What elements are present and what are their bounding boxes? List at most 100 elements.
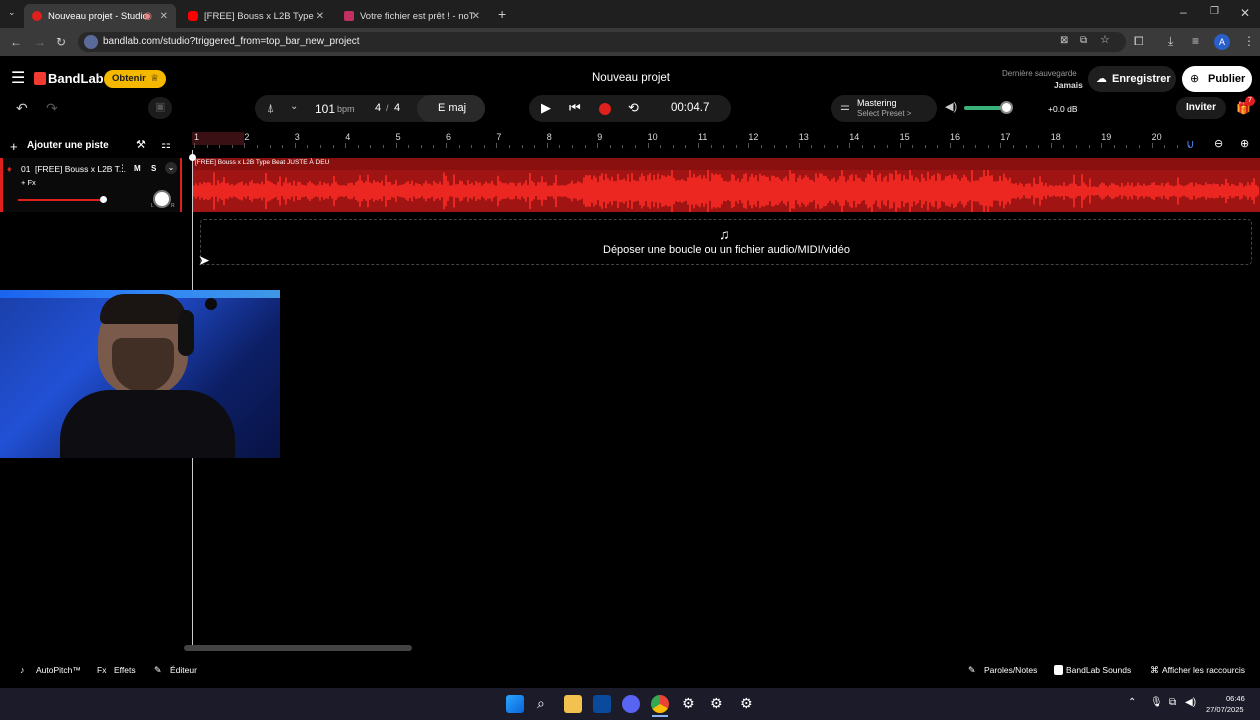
track-volume-slider[interactable] bbox=[18, 199, 104, 201]
loop-icon[interactable]: ⟲ bbox=[628, 101, 639, 114]
back-arrow-icon[interactable]: ← bbox=[10, 36, 22, 48]
clip-header[interactable]: [FREE] Bouss x L2B Type Beat JUSTE À DEU bbox=[192, 158, 1260, 170]
tab-notube[interactable]: Votre fichier est prêt ! - noTube ✕ bbox=[336, 4, 488, 28]
chrome-icon[interactable] bbox=[651, 695, 669, 713]
ruler-tick-mark bbox=[647, 143, 649, 148]
add-track-button[interactable]: Ajouter une piste bbox=[27, 140, 109, 151]
network-icon[interactable]: ⧉ bbox=[1169, 698, 1176, 708]
store-icon[interactable] bbox=[593, 695, 611, 713]
zoom-in-icon[interactable]: ⊕ bbox=[1240, 137, 1249, 150]
tab-youtube[interactable]: [FREE] Bouss x L2B Type Beat "J ✕ bbox=[180, 4, 332, 28]
editor-button[interactable]: Éditeur bbox=[170, 665, 197, 675]
microphone-tray-icon[interactable]: 🎙 bbox=[1150, 698, 1163, 708]
ruler-tick-mark bbox=[269, 145, 271, 148]
clock-date[interactable]: 27/07/2025 bbox=[1206, 705, 1244, 714]
autopitch-button[interactable]: AutoPitch™ bbox=[36, 665, 81, 675]
ruler-tick-mark bbox=[332, 145, 334, 148]
zoom-out-icon[interactable]: ⊖ bbox=[1214, 137, 1223, 150]
skip-back-icon[interactable]: ⏮ bbox=[569, 101, 581, 114]
play-icon[interactable]: ▶ bbox=[541, 101, 551, 114]
effects-button[interactable]: Effets bbox=[114, 665, 136, 675]
timeline-ruler[interactable]: 1 2 3 4 5 6 7 8 9 10 11 12 13 14 15 16 17 18 19 20 bbox=[192, 132, 1260, 148]
search-icon[interactable]: ⌕ bbox=[537, 696, 545, 710]
volume-handle[interactable] bbox=[1000, 101, 1013, 114]
redo-icon[interactable]: ↷ bbox=[46, 101, 58, 115]
drop-zone[interactable]: ♫ Déposer une boucle ou un fichier audio… bbox=[200, 219, 1252, 265]
forward-arrow-icon[interactable]: → bbox=[34, 36, 46, 48]
url-input[interactable]: bandlab.com/studio?triggered_from=top_ba… bbox=[78, 32, 1126, 52]
tray-chevron-icon[interactable]: ⌃ bbox=[1128, 698, 1136, 708]
track-name[interactable]: [FREE] Bouss x L2B T... bbox=[35, 164, 126, 174]
tab-studio[interactable]: Nouveau projet - Studio ◉ ✕ bbox=[24, 4, 176, 28]
track-header-1[interactable]: ♦ 01 [FREE] Bouss x L2B T... ⋮ M S ⌄ + F… bbox=[0, 158, 182, 212]
app-icon-1[interactable]: ⚙ bbox=[682, 696, 695, 710]
ruler-tick-mark bbox=[219, 145, 221, 148]
tab-list-chevron-icon[interactable]: ⌄ bbox=[8, 8, 16, 17]
speaker-icon[interactable]: ◀) bbox=[945, 102, 957, 113]
download-icon[interactable]: ⤓ bbox=[1168, 35, 1173, 47]
ruler-tick-mark bbox=[1101, 143, 1103, 148]
key-selector[interactable]: E maj bbox=[417, 95, 485, 122]
track-volume-handle[interactable] bbox=[100, 196, 107, 203]
site-info-icon[interactable] bbox=[84, 35, 98, 49]
ruler-tick-mark bbox=[874, 145, 876, 148]
close-icon[interactable]: ✕ bbox=[472, 11, 480, 22]
time-sig-numerator[interactable]: 4 bbox=[375, 102, 381, 114]
publish-button[interactable]: ⊕ Publier bbox=[1182, 66, 1252, 92]
profile-avatar[interactable]: A bbox=[1214, 34, 1230, 50]
browser-menu-icon[interactable]: ⋮ bbox=[1243, 35, 1255, 47]
hamburger-menu-icon[interactable]: ☰ bbox=[11, 71, 25, 87]
close-icon[interactable]: ✕ bbox=[316, 11, 324, 22]
loop-region[interactable] bbox=[192, 132, 244, 145]
obtain-button[interactable]: Obtenir ♕ bbox=[104, 70, 166, 88]
track-options-icon[interactable]: ⋮ bbox=[118, 163, 127, 174]
maximize-icon[interactable]: ❐ bbox=[1210, 7, 1219, 17]
save-state-button[interactable]: ▣ bbox=[148, 97, 172, 119]
discord-icon[interactable] bbox=[622, 695, 640, 713]
save-button[interactable]: ☁ Enregistrer bbox=[1088, 66, 1176, 92]
file-explorer-icon[interactable] bbox=[564, 695, 582, 713]
bandlab-favicon-icon bbox=[32, 11, 42, 21]
shortcuts-button[interactable]: Afficher les raccourcis bbox=[1162, 665, 1245, 675]
ruler-tick-label: 19 bbox=[1101, 132, 1112, 142]
horizontal-scrollbar[interactable] bbox=[184, 645, 412, 651]
pan-knob[interactable] bbox=[153, 190, 171, 208]
ruler-tick-mark bbox=[748, 143, 750, 148]
media-control-icon[interactable]: ≡ bbox=[1192, 35, 1199, 47]
mastering-button[interactable]: ⚌ Mastering Select Preset > bbox=[831, 95, 937, 122]
time-sig-denominator[interactable]: 4 bbox=[394, 102, 400, 114]
mastering-preset: Select Preset > bbox=[857, 109, 912, 118]
new-tab-plus-icon[interactable]: + bbox=[498, 7, 506, 21]
snap-magnet-icon[interactable]: ∪ bbox=[1186, 137, 1195, 151]
solo-button[interactable]: S bbox=[151, 164, 156, 173]
app-icon-2[interactable]: ⚙ bbox=[710, 696, 723, 710]
reload-icon[interactable]: ↻ bbox=[56, 36, 66, 48]
chevron-down-icon[interactable]: ⌄ bbox=[290, 102, 298, 112]
ruler-tick-label: 15 bbox=[899, 132, 910, 142]
metronome-icon[interactable]: ⍋ bbox=[267, 102, 274, 114]
screenshot-icon[interactable]: ⊠ bbox=[1060, 36, 1068, 46]
app-icon-3[interactable]: ⚙ bbox=[740, 696, 753, 710]
volume-tray-icon[interactable]: ◀) bbox=[1185, 698, 1196, 708]
invite-button[interactable]: Inviter bbox=[1176, 97, 1226, 119]
mute-button[interactable]: M bbox=[134, 164, 141, 173]
bookmark-star-icon[interactable]: ☆ bbox=[1100, 35, 1110, 46]
close-icon[interactable]: ✕ bbox=[160, 11, 168, 22]
undo-icon[interactable]: ↶ bbox=[16, 101, 28, 115]
mixer-icon[interactable]: ⚏ bbox=[161, 140, 171, 151]
close-window-icon[interactable]: ✕ bbox=[1240, 7, 1250, 19]
project-title[interactable]: Nouveau projet bbox=[592, 72, 670, 84]
minimize-icon[interactable]: – bbox=[1180, 6, 1187, 18]
bpm-value[interactable]: 101 bbox=[315, 102, 335, 116]
playhead-handle[interactable] bbox=[189, 154, 196, 161]
extensions-icon[interactable]: ⧠ bbox=[1134, 35, 1144, 47]
clock-time[interactable]: 06:46 bbox=[1226, 694, 1245, 703]
tuner-icon[interactable]: ⚒ bbox=[136, 140, 146, 151]
fx-button[interactable]: + Fx bbox=[21, 178, 36, 187]
lyrics-button[interactable]: Paroles/Notes bbox=[984, 665, 1037, 675]
record-icon[interactable] bbox=[599, 103, 611, 115]
expand-chevron-icon[interactable]: ⌄ bbox=[165, 162, 177, 174]
windows-start-icon[interactable] bbox=[506, 695, 524, 713]
cast-icon[interactable]: ⧉ bbox=[1080, 36, 1087, 46]
bandlab-sounds-button[interactable]: BandLab Sounds bbox=[1066, 665, 1131, 675]
